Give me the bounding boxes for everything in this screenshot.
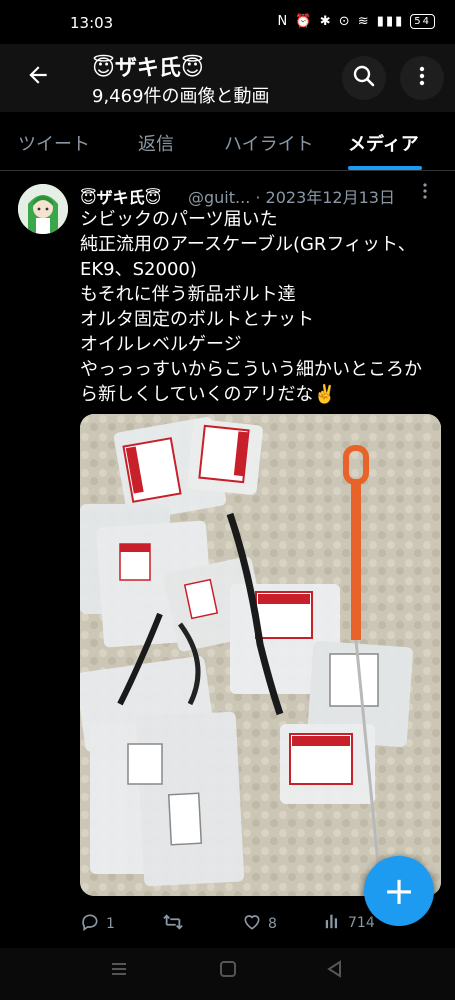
media-count: 9,469件の画像と動画 [92, 86, 270, 107]
heart-icon [242, 912, 262, 936]
tweet-line: 純正流用のアースケーブル(GRフィット、 [80, 234, 416, 255]
retweet-button[interactable] [162, 912, 190, 936]
tweet-line: オルタ固定のボルトとナット [80, 309, 314, 330]
like-button[interactable]: 8 [242, 912, 277, 936]
reply-count: 1 [106, 916, 115, 932]
more-button[interactable] [400, 56, 444, 100]
status-bar: 13:03 N ⏰ ✱ ⊙ ≋ ▮▮▮ 54 [0, 0, 455, 44]
views-count: 714 [348, 915, 375, 931]
reply-icon [80, 912, 100, 936]
reply-button[interactable]: 1 [80, 912, 115, 936]
like-count: 8 [268, 916, 277, 932]
tweet-line: もそれに伴う新品ボルト達 [80, 284, 296, 305]
search-icon [352, 64, 376, 92]
search-button[interactable] [342, 56, 386, 100]
tweet-line: やっっっすいからこういう細かいところか [80, 359, 422, 380]
active-tab-indicator [348, 166, 422, 170]
author-handle-date: @guit... · 2023年12月13日 [188, 188, 395, 207]
retweet-icon [162, 912, 184, 936]
more-vertical-icon [410, 64, 434, 92]
author-name[interactable]: 😇ザキ氏😇 [80, 184, 161, 208]
status-icons: N ⏰ ✱ ⊙ ≋ ▮▮▮ 54 [278, 14, 435, 29]
tweet-media-photo[interactable] [80, 414, 441, 896]
tab-highlights[interactable]: ハイライト [224, 130, 314, 156]
back-button[interactable] [18, 58, 58, 98]
page-title: 😇ザキ氏😇 [92, 56, 204, 81]
views-chart-icon [324, 912, 342, 934]
tweet-more-icon[interactable] [422, 182, 428, 204]
home-icon[interactable] [219, 960, 237, 983]
tab-media[interactable]: メディア [348, 130, 419, 156]
profile-header: 😇ザキ氏😇 9,469件の画像と動画 [0, 44, 455, 112]
views-button[interactable]: 714 [324, 912, 375, 934]
tab-tweets[interactable]: ツイート [18, 130, 90, 156]
status-indicator-icons: N ⏰ ✱ ⊙ ≋ ▮▮▮ [277, 14, 405, 29]
back-arrow-icon [25, 62, 51, 95]
avatar[interactable] [18, 184, 68, 234]
status-time: 13:03 [70, 14, 114, 32]
battery-icon: 54 [410, 14, 435, 29]
profile-tabs: ツイート 返信 ハイライト メディア [0, 114, 455, 171]
system-back-icon[interactable] [326, 960, 344, 983]
recent-apps-icon[interactable] [110, 960, 128, 983]
tweet-text: シビックのパーツ届いた 純正流用のアースケーブル(GRフィット、 EK9、S20… [80, 207, 445, 407]
tweet-line: オイルレベルゲージ [80, 334, 242, 355]
tweet-line: EK9、S2000) [80, 259, 197, 280]
compose-tweet-button[interactable]: + [364, 856, 434, 926]
system-nav-bar [0, 948, 455, 1000]
tweet-line: ら新しくしていくのアリだな✌️ [80, 384, 336, 405]
tab-replies[interactable]: 返信 [138, 130, 174, 156]
tweet-line: シビックのパーツ届いた [80, 209, 278, 230]
